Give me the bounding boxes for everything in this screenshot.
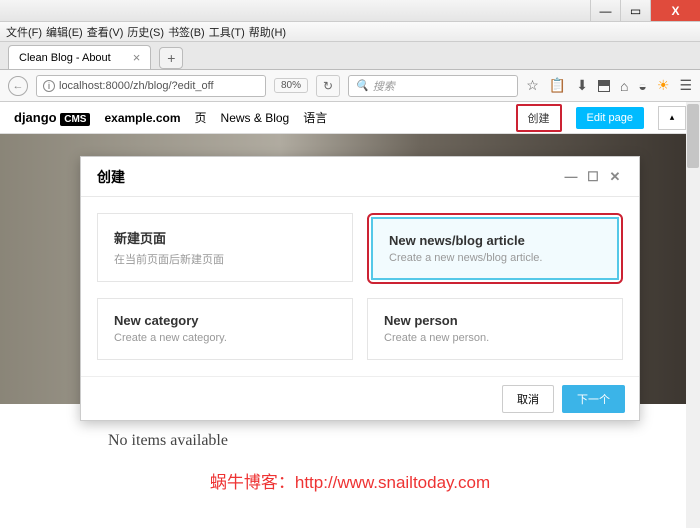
modal-body: 新建页面 在当前页面后新建页面 New news/blog article Cr… [81, 197, 639, 376]
cms-nav-news[interactable]: News & Blog [221, 111, 290, 125]
cms-site[interactable]: example.com [104, 111, 180, 125]
menu-history[interactable]: 历史(S) [127, 24, 164, 40]
search-field[interactable]: 🔍 搜索 [348, 75, 518, 97]
card-desc: Create a new news/blog article. [389, 252, 601, 264]
clipboard-icon[interactable]: 📋 [549, 77, 566, 94]
no-items-text: No items available [108, 432, 228, 450]
pocket-icon[interactable]: ◒ [638, 78, 646, 94]
next-button[interactable]: 下一个 [562, 385, 625, 413]
menubar: 文件(F) 编辑(E) 查看(V) 历史(S) 书签(B) 工具(T) 帮助(H… [0, 22, 700, 42]
menu-edit[interactable]: 编辑(E) [46, 24, 83, 40]
modal-footer: 取消 下一个 [81, 376, 639, 420]
modal-header: 创建 — ☐ ✕ [81, 157, 639, 197]
card-desc: Create a new person. [384, 332, 606, 344]
card-new-page[interactable]: 新建页面 在当前页面后新建页面 [97, 213, 353, 282]
modal-title: 创建 [97, 167, 125, 187]
scrollbar-thumb[interactable] [687, 104, 699, 168]
tab-title: Clean Blog - About [19, 52, 111, 64]
card-title: New news/blog article [389, 233, 601, 248]
modal-minimize-icon[interactable]: — [563, 169, 579, 185]
info-icon[interactable]: i [43, 80, 55, 92]
cms-logo: django CMS [14, 110, 90, 125]
card-desc: Create a new category. [114, 332, 336, 344]
menu-bookmarks[interactable]: 书签(B) [168, 24, 205, 40]
search-icon: 🔍 [355, 79, 369, 92]
card-title: New category [114, 313, 336, 328]
edit-page-button[interactable]: Edit page [576, 107, 644, 129]
browser-tab[interactable]: Clean Blog - About × [8, 45, 151, 69]
menu-help[interactable]: 帮助(H) [249, 24, 286, 40]
window-minimize-button[interactable]: — [590, 0, 620, 21]
toolbar-icons: ☆ 📋 ⬇ ⌂ ◒ ☀ ☰ [526, 77, 692, 94]
modal-maximize-icon[interactable]: ☐ [585, 169, 601, 185]
card-title: New person [384, 313, 606, 328]
menu-tools[interactable]: 工具(T) [209, 24, 245, 40]
cms-nav-lang[interactable]: 语言 [303, 109, 327, 126]
toolbar-dropdown[interactable]: ▴ [658, 106, 686, 130]
sun-icon[interactable]: ☀ [657, 77, 670, 94]
new-tab-button[interactable]: + [159, 47, 183, 69]
url-field[interactable]: i localhost:8000/zh/blog/?edit_off [36, 75, 266, 97]
browser-tabbar: Clean Blog - About × + [0, 42, 700, 70]
watermark: 蜗牛博客：http://www.snailtoday.com [0, 468, 700, 493]
url-text: localhost:8000/zh/blog/?edit_off [59, 80, 214, 92]
cancel-button[interactable]: 取消 [502, 385, 554, 413]
menu-file[interactable]: 文件(F) [6, 24, 42, 40]
cms-nav-page[interactable]: 页 [195, 109, 207, 126]
card-desc: 在当前页面后新建页面 [114, 251, 336, 267]
create-modal: 创建 — ☐ ✕ 新建页面 在当前页面后新建页面 New news/blog a… [80, 156, 640, 421]
modal-close-icon[interactable]: ✕ [607, 169, 623, 185]
window-titlebar: — ▭ X [0, 0, 700, 22]
browser-toolbar: ← i localhost:8000/zh/blog/?edit_off 80%… [0, 70, 700, 102]
card-new-category[interactable]: New category Create a new category. [97, 298, 353, 360]
star-icon[interactable]: ☆ [526, 77, 539, 94]
window-maximize-button[interactable]: ▭ [620, 0, 650, 21]
watermark-link[interactable]: http://www.snailtoday.com [295, 473, 490, 492]
back-button[interactable]: ← [8, 76, 28, 96]
search-placeholder: 搜索 [373, 78, 395, 94]
create-button[interactable]: 创建 [516, 104, 562, 132]
cms-toolbar: django CMS example.com 页 News & Blog 语言 … [0, 102, 700, 134]
card-new-article[interactable]: New news/blog article Create a new news/… [371, 217, 619, 280]
zoom-level[interactable]: 80% [274, 78, 308, 93]
card-new-person[interactable]: New person Create a new person. [367, 298, 623, 360]
contrast-icon[interactable] [598, 80, 610, 92]
menu-view[interactable]: 查看(V) [87, 24, 124, 40]
home-icon[interactable]: ⌂ [620, 78, 628, 94]
window-close-button[interactable]: X [650, 0, 700, 21]
download-icon[interactable]: ⬇ [576, 77, 588, 94]
card-title: 新建页面 [114, 228, 336, 247]
reload-button[interactable]: ↻ [316, 75, 340, 97]
menu-icon[interactable]: ☰ [679, 77, 692, 94]
tab-close-icon[interactable]: × [133, 50, 141, 65]
